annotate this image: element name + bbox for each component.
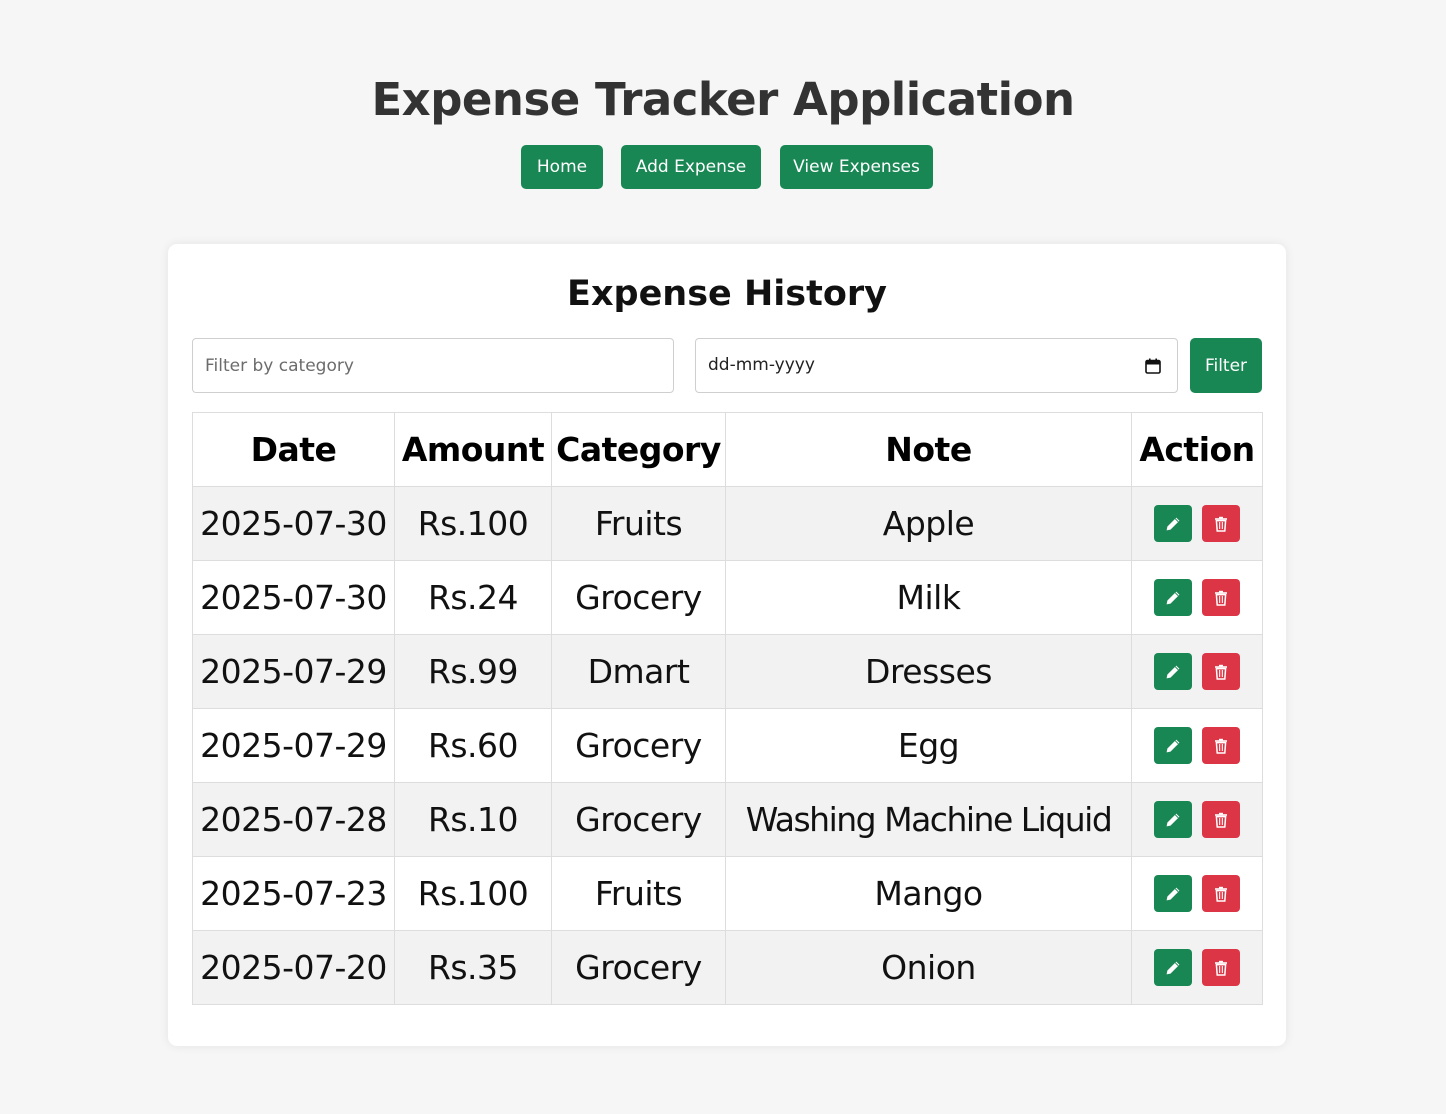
edit-button[interactable] [1154, 579, 1192, 616]
pencil-icon [1166, 961, 1180, 974]
cell-note: Egg [725, 708, 1132, 783]
cell-action [1131, 486, 1263, 561]
cell-note: Onion [725, 930, 1132, 1005]
header-note: Note [725, 412, 1132, 487]
cell-action [1131, 856, 1263, 931]
main-nav: Home Add Expense View Expenses [0, 145, 1446, 189]
cell-category: Grocery [551, 930, 726, 1005]
app-title: Expense Tracker Application [371, 73, 1075, 126]
cell-amount: Rs.24 [394, 560, 552, 635]
calendar-icon[interactable] [1145, 358, 1161, 374]
cell-category: Grocery [551, 782, 726, 857]
header-date: Date [192, 412, 395, 487]
cell-action [1131, 560, 1263, 635]
edit-button[interactable] [1154, 505, 1192, 542]
edit-button[interactable] [1154, 653, 1192, 690]
table-row: 2025-07-30 Rs.24 Grocery Milk [192, 560, 1263, 635]
nav-home-button[interactable]: Home [521, 145, 603, 189]
delete-button[interactable] [1202, 727, 1240, 764]
cell-amount: Rs.100 [394, 856, 552, 931]
pencil-icon [1166, 591, 1180, 604]
table-row: 2025-07-28 Rs.10 Grocery Washing Machine… [192, 782, 1263, 857]
trash-icon [1215, 812, 1227, 828]
cell-category: Fruits [551, 486, 726, 561]
cell-amount: Rs.100 [394, 486, 552, 561]
date-filter-placeholder: dd-mm-yyyy [708, 355, 815, 375]
table-row: 2025-07-29 Rs.99 Dmart Dresses [192, 634, 1263, 709]
cell-action [1131, 930, 1263, 1005]
trash-icon [1215, 516, 1227, 532]
nav-add-expense-button[interactable]: Add Expense [621, 145, 761, 189]
cell-date: 2025-07-29 [192, 634, 395, 709]
category-filter-input[interactable] [192, 338, 674, 393]
filter-button[interactable]: Filter [1190, 338, 1262, 393]
table-row: 2025-07-30 Rs.100 Fruits Apple [192, 486, 1263, 561]
cell-note: Dresses [725, 634, 1132, 709]
edit-button[interactable] [1154, 727, 1192, 764]
expense-history-card: Expense History dd-mm-yyyy Filter Date A… [168, 244, 1286, 1046]
cell-date: 2025-07-28 [192, 782, 395, 857]
expense-history-title: Expense History [567, 274, 887, 314]
trash-icon [1215, 738, 1227, 754]
cell-note: Milk [725, 560, 1132, 635]
table-row: 2025-07-23 Rs.100 Fruits Mango [192, 856, 1263, 931]
edit-button[interactable] [1154, 875, 1192, 912]
edit-button[interactable] [1154, 801, 1192, 838]
delete-button[interactable] [1202, 875, 1240, 912]
expense-table: Date Amount Category Note Action 2025-07… [192, 412, 1263, 1005]
cell-date: 2025-07-20 [192, 930, 395, 1005]
pencil-icon [1166, 517, 1180, 530]
cell-action [1131, 634, 1263, 709]
pencil-icon [1166, 739, 1180, 752]
cell-date: 2025-07-30 [192, 486, 395, 561]
pencil-icon [1166, 887, 1180, 900]
cell-category: Fruits [551, 856, 726, 931]
cell-note: Apple [725, 486, 1132, 561]
table-header-row: Date Amount Category Note Action [192, 412, 1263, 487]
cell-amount: Rs.35 [394, 930, 552, 1005]
edit-button[interactable] [1154, 949, 1192, 986]
nav-view-expenses-button[interactable]: View Expenses [780, 145, 933, 189]
header-amount: Amount [394, 412, 552, 487]
delete-button[interactable] [1202, 653, 1240, 690]
header-category: Category [551, 412, 726, 487]
trash-icon [1215, 960, 1227, 976]
delete-button[interactable] [1202, 579, 1240, 616]
header-action: Action [1131, 412, 1263, 487]
cell-amount: Rs.10 [394, 782, 552, 857]
cell-category: Grocery [551, 708, 726, 783]
trash-icon [1215, 590, 1227, 606]
cell-action [1131, 708, 1263, 783]
trash-icon [1215, 886, 1227, 902]
cell-category: Dmart [551, 634, 726, 709]
delete-button[interactable] [1202, 801, 1240, 838]
delete-button[interactable] [1202, 949, 1240, 986]
cell-note: Mango [725, 856, 1132, 931]
table-row: 2025-07-20 Rs.35 Grocery Onion [192, 930, 1263, 1005]
date-filter-input[interactable]: dd-mm-yyyy [695, 338, 1178, 393]
cell-amount: Rs.60 [394, 708, 552, 783]
trash-icon [1215, 664, 1227, 680]
table-row: 2025-07-29 Rs.60 Grocery Egg [192, 708, 1263, 783]
pencil-icon [1166, 665, 1180, 678]
delete-button[interactable] [1202, 505, 1240, 542]
cell-action [1131, 782, 1263, 857]
pencil-icon [1166, 813, 1180, 826]
cell-amount: Rs.99 [394, 634, 552, 709]
cell-note: Washing Machine Liquid [725, 782, 1132, 857]
cell-date: 2025-07-30 [192, 560, 395, 635]
cell-date: 2025-07-23 [192, 856, 395, 931]
cell-date: 2025-07-29 [192, 708, 395, 783]
cell-category: Grocery [551, 560, 726, 635]
